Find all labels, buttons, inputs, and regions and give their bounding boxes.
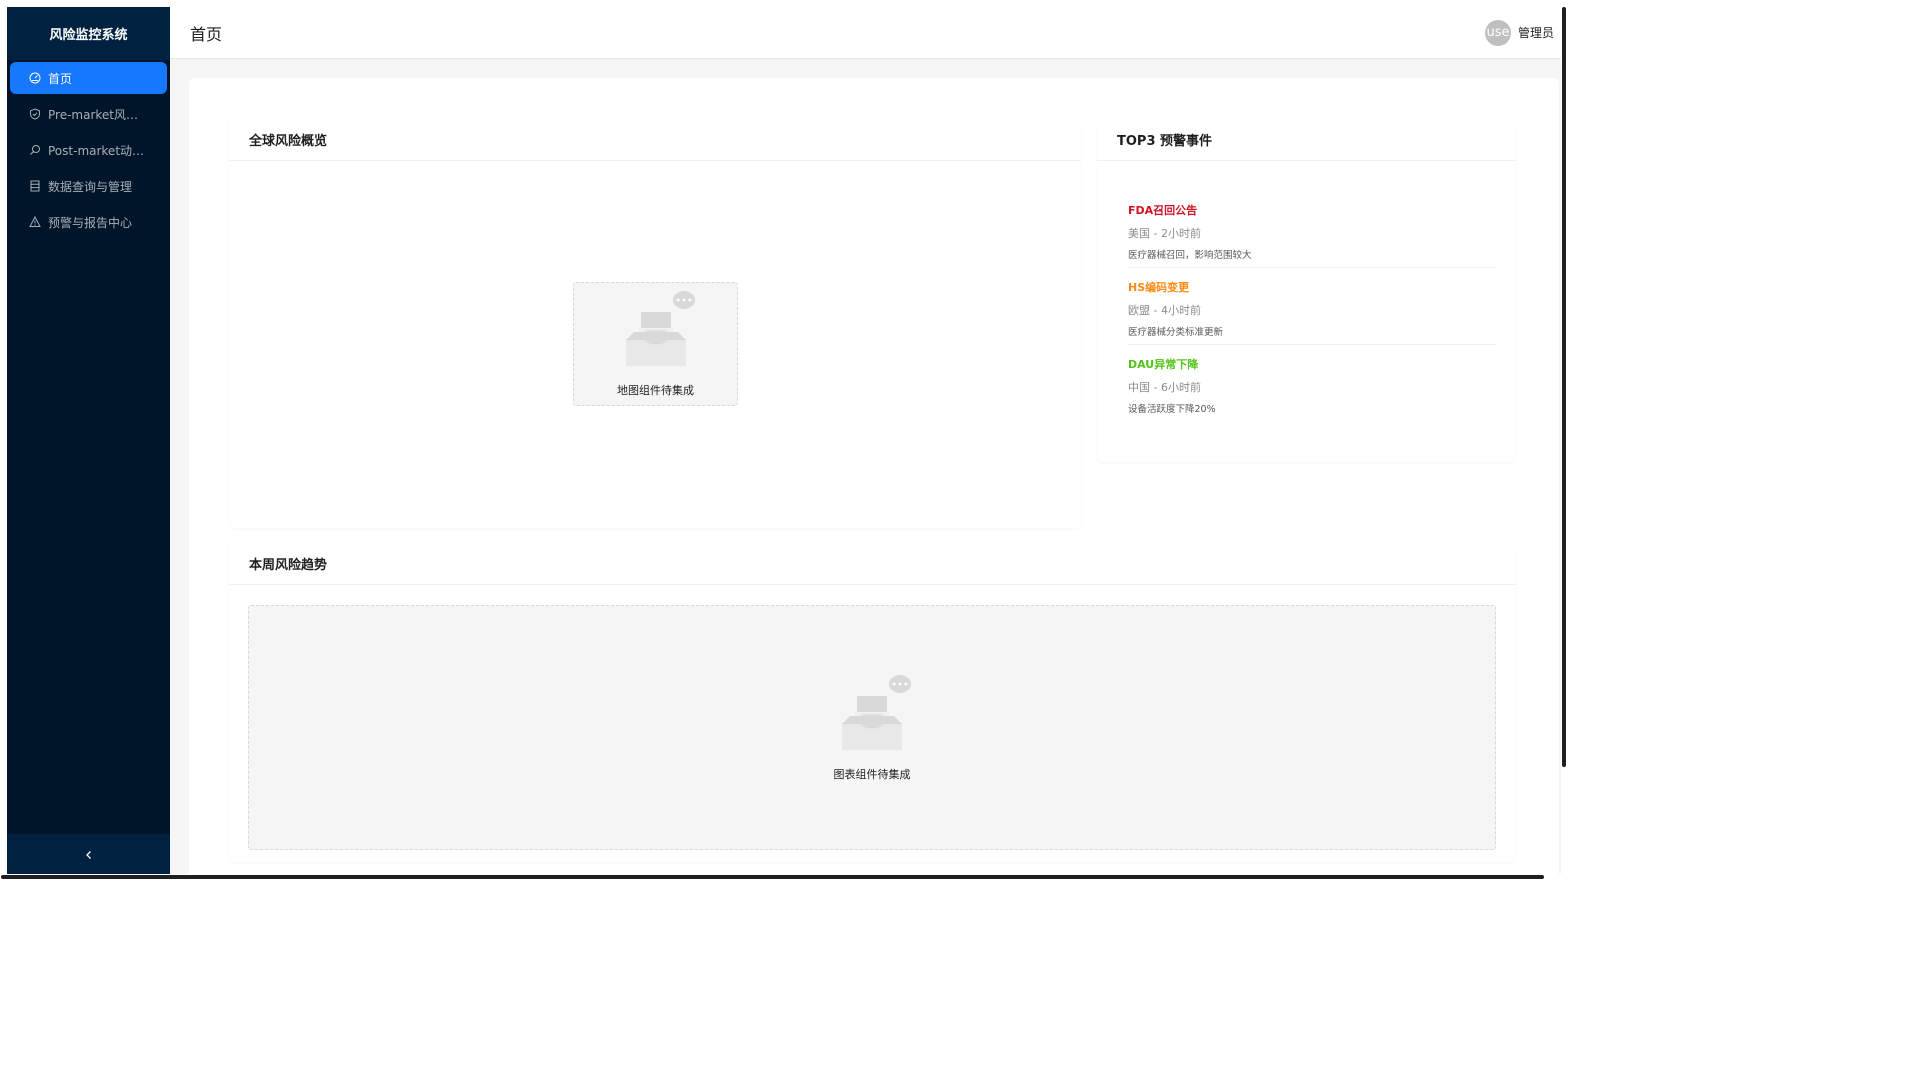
- sidebar-item-label: 预警与报告中心: [48, 215, 133, 230]
- app-title: 风险监控系统: [7, 7, 170, 60]
- shield-icon: [28, 108, 41, 121]
- sidebar-item-label: Post-market动态…: [48, 143, 148, 158]
- database-icon: [28, 180, 41, 193]
- sidebar: 风险监控系统 首页 Pre-market风险评估 Post-market动态…: [7, 7, 170, 874]
- alert-desc: 医疗器械分类标准更新: [1128, 327, 1224, 338]
- app-window: 风险监控系统 首页 Pre-market风险评估 Post-market动态…: [7, 7, 1561, 874]
- map-placeholder: 地图组件待集成: [573, 282, 738, 406]
- sidebar-collapse-button[interactable]: [7, 834, 170, 874]
- alert-title[interactable]: DAU异常下降: [1128, 356, 1496, 372]
- warning-icon: [28, 216, 41, 229]
- sidebar-item-data[interactable]: 数据查询与管理: [10, 170, 167, 202]
- main-content: 全球风险概览 地图组件待集成 TOP3 预警事件 FDA召回公告 美国 - 2小…: [189, 78, 1559, 874]
- alert-item[interactable]: DAU异常下降 中国 - 6小时前 设备活跃度下降20%: [1128, 345, 1496, 421]
- page-title: 首页: [190, 24, 223, 44]
- sidebar-menu: 首页 Pre-market风险评估 Post-market动态… 数据查询与管理: [7, 60, 170, 238]
- vertical-scrollbar[interactable]: [1562, 7, 1566, 767]
- alert-desc: 医疗器械召回，影响范围较大: [1128, 250, 1252, 261]
- alert-title[interactable]: HS编码变更: [1128, 279, 1496, 295]
- sidebar-item-alerts[interactable]: 预警与报告中心: [10, 206, 167, 238]
- trend-card: 本周风险趋势 图表组件待集成: [229, 542, 1516, 862]
- alert-meta: 欧盟 - 4小时前: [1128, 304, 1201, 317]
- overview-card: 全球风险概览 地图组件待集成: [229, 118, 1081, 528]
- trend-card-title: 本周风险趋势: [229, 542, 1516, 585]
- alert-title[interactable]: FDA召回公告: [1128, 202, 1496, 218]
- user-menu[interactable]: use 管理员: [1484, 19, 1554, 46]
- alert-desc: 设备活跃度下降20%: [1128, 404, 1216, 415]
- sidebar-item-postmarket[interactable]: Post-market动态…: [10, 134, 167, 166]
- chart-placeholder-text: 图表组件待集成: [833, 767, 911, 781]
- chevron-left-icon: [84, 845, 94, 864]
- chart-placeholder: 图表组件待集成: [248, 605, 1496, 850]
- alert-list: FDA召回公告 美国 - 2小时前 医疗器械召回，影响范围较大 HS编码变更 欧…: [1097, 161, 1516, 421]
- top-alerts-card: TOP3 预警事件 FDA召回公告 美国 - 2小时前 医疗器械召回，影响范围较…: [1097, 118, 1516, 462]
- alert-meta: 美国 - 2小时前: [1128, 227, 1201, 240]
- avatar[interactable]: use: [1484, 19, 1511, 46]
- empty-inbox-icon: [614, 290, 698, 374]
- empty-inbox-icon: [830, 674, 914, 758]
- overview-card-title: 全球风险概览: [229, 118, 1081, 161]
- alert-item[interactable]: FDA召回公告 美国 - 2小时前 医疗器械召回，影响范围较大: [1128, 191, 1496, 268]
- sidebar-item-label: 数据查询与管理: [48, 179, 133, 194]
- dashboard-icon: [28, 72, 41, 85]
- top-alerts-card-title: TOP3 预警事件: [1097, 118, 1516, 161]
- search-icon: [28, 144, 41, 157]
- sidebar-item-premarket[interactable]: Pre-market风险评估: [10, 98, 167, 130]
- horizontal-scrollbar[interactable]: [1, 875, 1544, 879]
- header: 首页 use 管理员: [170, 7, 1561, 59]
- sidebar-item-label: 首页: [48, 71, 73, 86]
- alert-meta: 中国 - 6小时前: [1128, 381, 1201, 394]
- user-name[interactable]: 管理员: [1518, 24, 1554, 41]
- sidebar-item-label: Pre-market风险评估: [48, 107, 148, 122]
- sidebar-item-home[interactable]: 首页: [10, 62, 167, 94]
- alert-item[interactable]: HS编码变更 欧盟 - 4小时前 医疗器械分类标准更新: [1128, 268, 1496, 345]
- map-placeholder-text: 地图组件待集成: [617, 384, 694, 397]
